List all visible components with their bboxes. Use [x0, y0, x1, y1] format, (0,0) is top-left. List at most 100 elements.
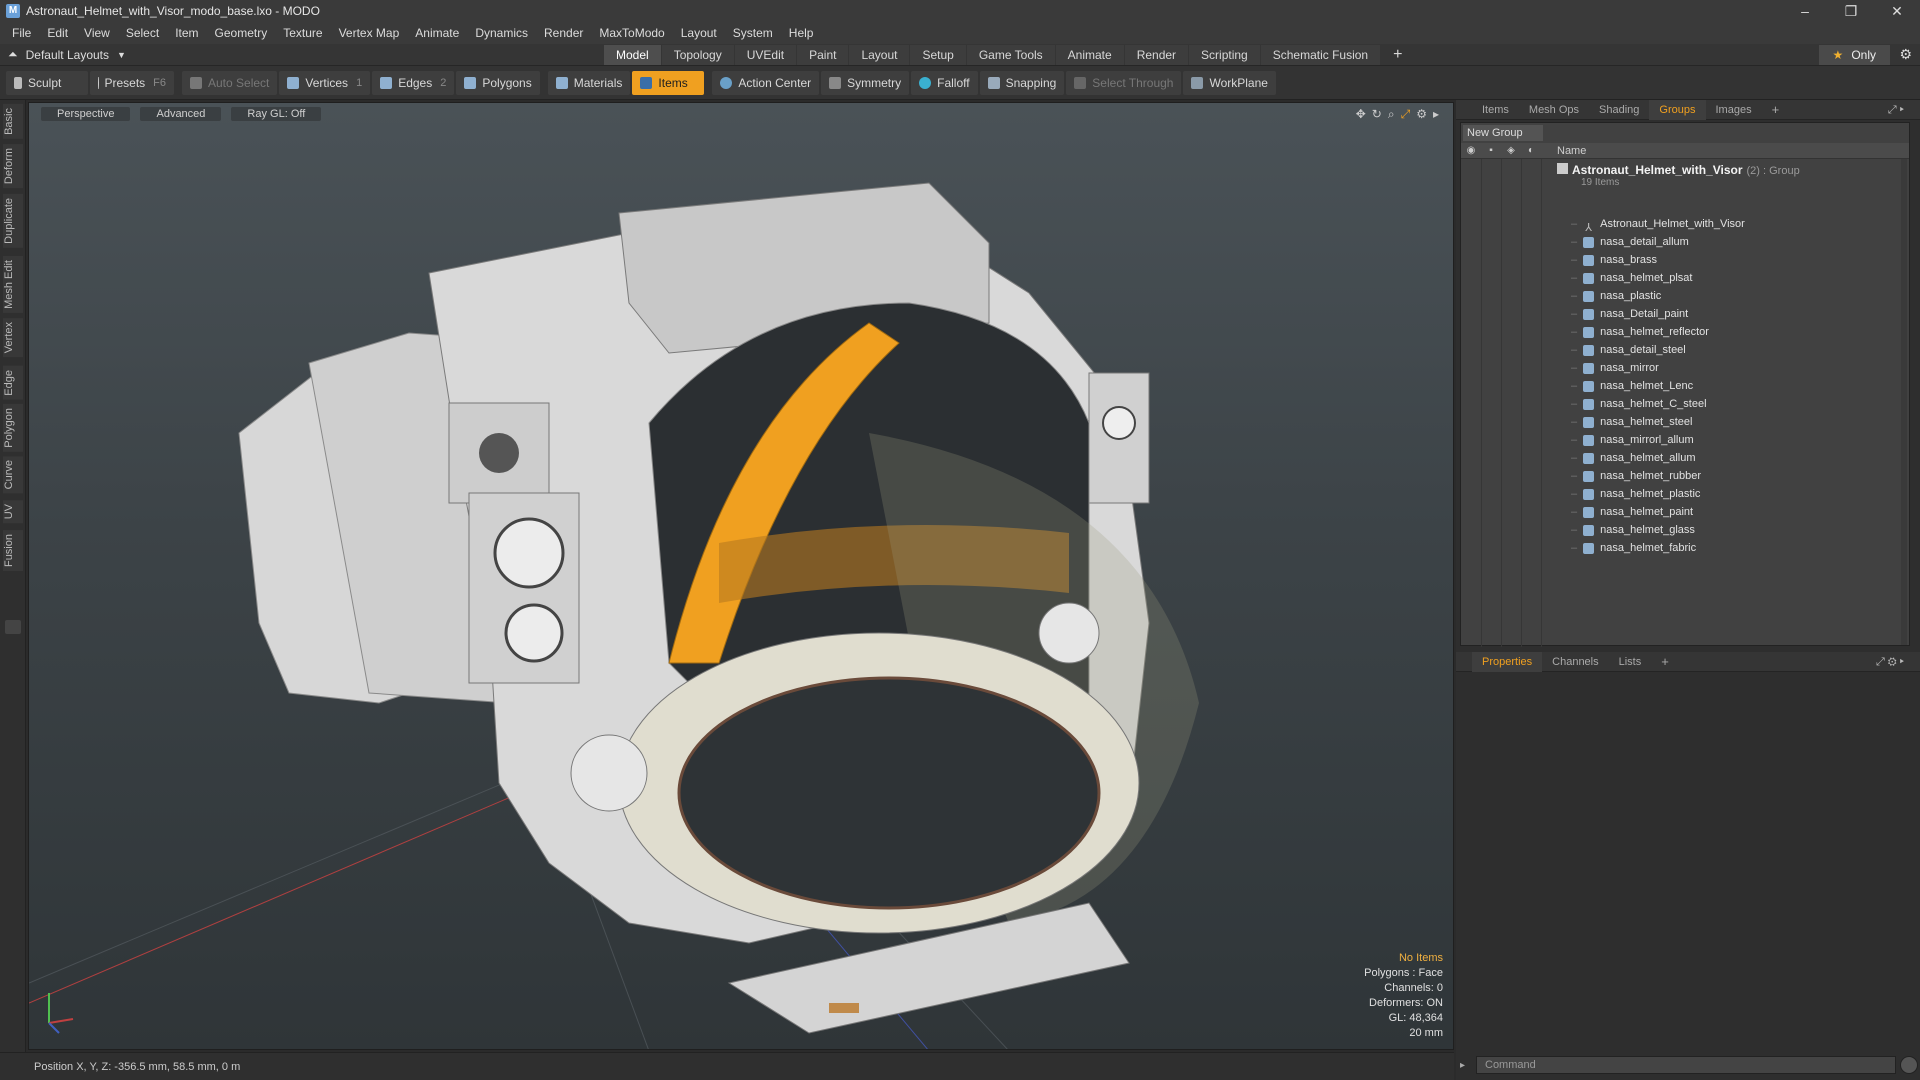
tab-topology[interactable]: Topology [661, 45, 734, 65]
menu-maxtomodo[interactable]: MaxToModo [591, 26, 672, 40]
tab-items[interactable]: Items [1472, 100, 1519, 120]
materials-button[interactable]: Materials [547, 70, 631, 95]
lock-icon[interactable]: ▪ [1485, 145, 1497, 157]
tab-scripting[interactable]: Scripting [1189, 45, 1260, 65]
tab-shading[interactable]: Shading [1589, 100, 1649, 120]
groups-scrollbar[interactable] [1901, 159, 1907, 645]
tab-paint[interactable]: Paint [797, 45, 849, 65]
tab-groups[interactable]: Groups [1649, 99, 1706, 120]
list-item[interactable]: – nasa_helmet_glass [1571, 521, 1745, 539]
snapping-button[interactable]: Snapping [979, 70, 1065, 95]
menu-texture[interactable]: Texture [275, 26, 330, 40]
tab-deform[interactable]: Deform [3, 144, 23, 189]
tool-tab-toggle[interactable] [5, 620, 21, 634]
panel-expand-icon[interactable]: ⤢ ⚙ ▸ [1866, 652, 1914, 672]
layout-selector[interactable]: ⏶ Default Layouts ▼ [8, 47, 126, 62]
list-item[interactable]: – nasa_helmet_plsat [1571, 269, 1745, 287]
menu-select[interactable]: Select [118, 26, 167, 40]
menu-item[interactable]: Item [167, 26, 206, 40]
list-item[interactable]: – nasa_mirrorl_allum [1571, 431, 1745, 449]
view-mode-selector[interactable]: Perspective [41, 107, 131, 121]
zoom-icon[interactable]: ⌕ [1388, 107, 1395, 122]
workplane-button[interactable]: WorkPlane [1183, 70, 1276, 95]
restore-button[interactable]: ❐ [1828, 0, 1874, 22]
list-item[interactable]: – nasa_mirror [1571, 359, 1745, 377]
tab-layout[interactable]: Layout [849, 45, 910, 65]
render-icon[interactable]: ◈ [1505, 145, 1517, 157]
tab-game-tools[interactable]: Game Tools [966, 45, 1055, 65]
add-tab-button[interactable]: + [1651, 652, 1679, 672]
items-button[interactable]: Items [632, 70, 705, 95]
minimize-button[interactable]: – [1782, 0, 1828, 22]
menu-help[interactable]: Help [781, 26, 822, 40]
list-item[interactable]: – nasa_helmet_plastic [1571, 485, 1745, 503]
add-tab-button[interactable]: + [1381, 45, 1414, 65]
list-item[interactable]: – nasa_detail_steel [1571, 341, 1745, 359]
tab-images[interactable]: Images [1706, 100, 1762, 120]
rotate-icon[interactable]: ↻ [1372, 107, 1382, 122]
expand-arrow-icon[interactable]: ▸ [1433, 107, 1439, 122]
select-through-button[interactable]: Select Through [1066, 70, 1182, 95]
menu-animate[interactable]: Animate [407, 26, 467, 40]
tab-channels[interactable]: Channels [1542, 652, 1608, 672]
tab-render[interactable]: Render [1124, 45, 1189, 65]
falloff-button[interactable]: Falloff [911, 70, 978, 95]
vertices-button[interactable]: Vertices 1 [279, 70, 371, 95]
edges-button[interactable]: Edges 2 [372, 70, 455, 95]
tab-duplicate[interactable]: Duplicate [3, 194, 23, 248]
sculpt-button[interactable]: Sculpt [6, 70, 88, 95]
list-item[interactable]: – ⅄ Astronaut_Helmet_with_Visor [1571, 215, 1745, 234]
gear-icon[interactable]: ⚙ [1416, 107, 1427, 122]
list-item[interactable]: – nasa_helmet_C_steel [1571, 395, 1745, 413]
list-item[interactable]: – nasa_helmet_allum [1571, 449, 1745, 467]
tab-vertex[interactable]: Vertex [3, 318, 23, 358]
tab-fusion[interactable]: Fusion [3, 530, 23, 572]
list-item[interactable]: – nasa_helmet_fabric [1571, 539, 1745, 557]
only-toggle[interactable]: ★ Only [1818, 45, 1890, 65]
fit-icon[interactable]: ⤢ [1401, 107, 1411, 122]
menu-system[interactable]: System [725, 26, 781, 40]
tab-mesh-ops[interactable]: Mesh Ops [1519, 100, 1589, 120]
polygons-button[interactable]: Polygons [456, 70, 540, 95]
tab-polygon[interactable]: Polygon [3, 404, 23, 452]
menu-geometry[interactable]: Geometry [207, 26, 276, 40]
shading-selector[interactable]: Advanced [140, 107, 222, 121]
list-item[interactable]: – nasa_detail_allum [1571, 233, 1745, 251]
menu-render[interactable]: Render [536, 26, 591, 40]
eye-icon[interactable]: ◉ [1465, 145, 1477, 157]
symmetry-button[interactable]: Symmetry [821, 70, 910, 95]
list-item[interactable]: – nasa_helmet_paint [1571, 503, 1745, 521]
tab-mesh-edit[interactable]: Mesh Edit [3, 256, 23, 313]
tab-edge[interactable]: Edge [3, 366, 23, 400]
action-center-button[interactable]: Action Center [712, 70, 820, 95]
tab-lists[interactable]: Lists [1609, 652, 1652, 672]
tab-model[interactable]: Model [604, 45, 661, 65]
tab-curve[interactable]: Curve [3, 456, 23, 494]
pan-icon[interactable]: ✥ [1356, 107, 1366, 122]
list-item[interactable]: – nasa_helmet_rubber [1571, 467, 1745, 485]
menu-layout[interactable]: Layout [673, 26, 725, 40]
close-button[interactable]: ✕ [1874, 0, 1920, 22]
menu-file[interactable]: File [4, 26, 39, 40]
gear-icon[interactable]: ⚙ [1899, 46, 1912, 63]
add-tab-button[interactable]: + [1762, 100, 1790, 120]
new-group-button[interactable]: New Group [1463, 125, 1543, 141]
auto-select-button[interactable]: Auto Select [182, 70, 278, 95]
command-run-button[interactable] [1900, 1056, 1918, 1074]
tab-schematic-fusion[interactable]: Schematic Fusion [1260, 45, 1381, 65]
panel-expand-icon[interactable]: ⤢ ▸ [1878, 100, 1914, 120]
tab-animate[interactable]: Animate [1055, 45, 1124, 65]
tab-properties[interactable]: Properties [1472, 651, 1543, 672]
menu-edit[interactable]: Edit [39, 26, 76, 40]
group-root[interactable]: Astronaut_Helmet_with_Visor (2) : Group 1… [1557, 163, 1800, 188]
tab-basic[interactable]: Basic [3, 104, 23, 139]
3d-viewport[interactable]: Perspective Advanced Ray GL: Off ✥ ↻ ⌕ ⤢… [28, 102, 1454, 1050]
list-item[interactable]: – nasa_Detail_paint [1571, 305, 1745, 323]
menu-dynamics[interactable]: Dynamics [467, 26, 536, 40]
command-input[interactable]: Command [1476, 1056, 1896, 1074]
list-item[interactable]: – nasa_helmet_Lenc [1571, 377, 1745, 395]
list-item[interactable]: – nasa_plastic [1571, 287, 1745, 305]
list-item[interactable]: – nasa_brass [1571, 251, 1745, 269]
list-item[interactable]: – nasa_helmet_steel [1571, 413, 1745, 431]
menu-vertex-map[interactable]: Vertex Map [331, 26, 408, 40]
